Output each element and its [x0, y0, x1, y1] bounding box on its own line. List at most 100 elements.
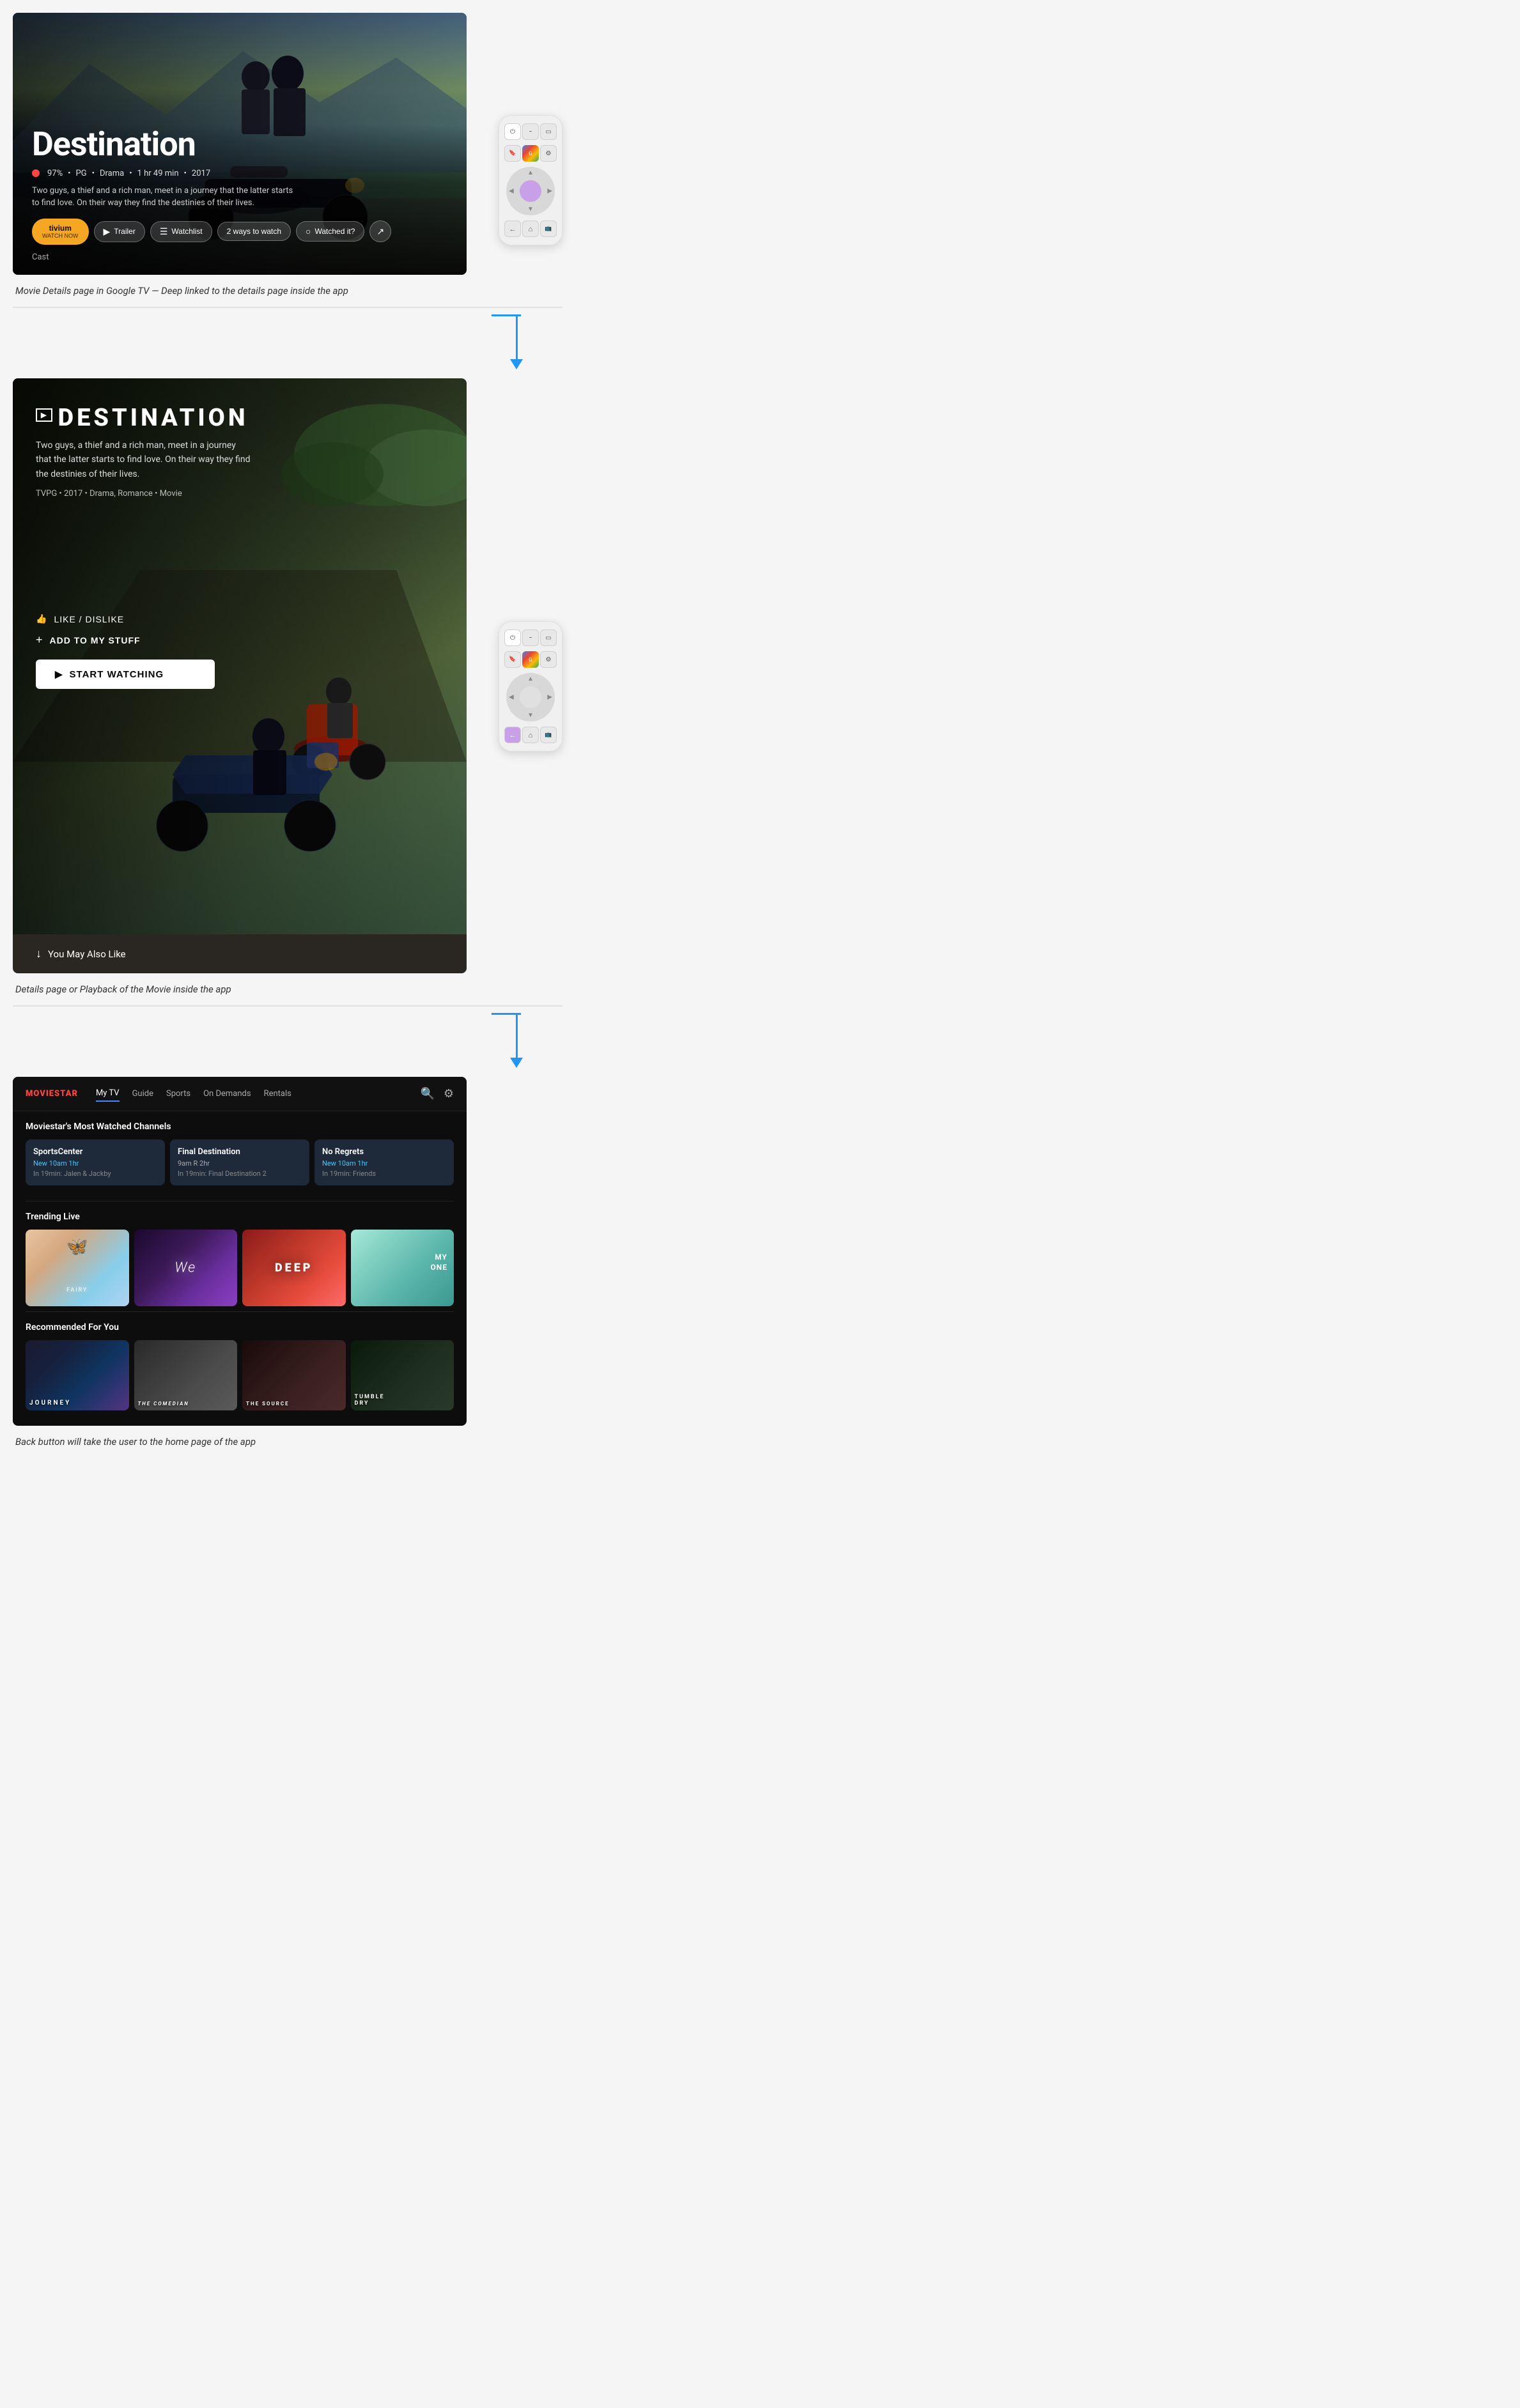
- meta-separator1: •: [68, 169, 70, 178]
- trending-item-1[interactable]: 🦋 FAIRY: [26, 1230, 129, 1306]
- remote-control-2: ⏻ − ▭ 🔖 G ⚙ ▲ ▼ ◀ ▶: [499, 621, 562, 752]
- watched-it-button[interactable]: ○ Watched it?: [296, 221, 364, 242]
- rating-dot: [32, 169, 40, 177]
- trending-item-3[interactable]: DEEP: [242, 1230, 346, 1306]
- rec-item-2[interactable]: THE COMEDIAN: [134, 1340, 238, 1410]
- dpad-down-2[interactable]: ▼: [527, 712, 534, 719]
- moviestar-logo: MOVIESTAR: [26, 1089, 78, 1099]
- app-panel: ▶ DESTINATION Two guys, a thief and a ri…: [13, 378, 467, 973]
- channel-name-2: Final Destination: [178, 1147, 302, 1157]
- section1-block: Destination 97% • PG • Drama • 1 hr 49 m…: [13, 13, 562, 308]
- bookmark-button-remote[interactable]: 🔖: [504, 145, 521, 162]
- start-watching-button[interactable]: ▶ START WATCHING: [36, 660, 215, 689]
- comedian-label: THE COMEDIAN: [138, 1401, 189, 1407]
- bookmark-button-remote-2[interactable]: 🔖: [504, 651, 521, 668]
- settings-button-remote[interactable]: ⚙: [540, 145, 557, 162]
- remote2-nav-row: ← ⌂ 📺: [504, 727, 557, 743]
- channel-name-3: No Regrets: [322, 1147, 446, 1157]
- year-label: 2017: [192, 169, 210, 178]
- like-dislike-button[interactable]: 👍 LIKE / DISLIKE: [36, 614, 124, 624]
- section3-block: MOVIESTAR My TV Guide Sports On Demands …: [13, 1077, 562, 1458]
- section-divider-1: [13, 307, 562, 308]
- settings-icon-tv[interactable]: ⚙: [444, 1087, 454, 1100]
- page: Destination 97% • PG • Drama • 1 hr 49 m…: [0, 0, 575, 1477]
- section1-caption: Movie Details page in Google TV — Deep l…: [13, 275, 562, 307]
- dpad-left-2[interactable]: ◀: [509, 694, 514, 701]
- add-label: ADD TO MY STUFF: [50, 635, 141, 645]
- settings-button-remote-2[interactable]: ⚙: [540, 651, 557, 668]
- dpad-right-2[interactable]: ▶: [547, 694, 552, 701]
- watched-it-label: Watched it?: [314, 227, 355, 236]
- google-assistant-button[interactable]: G: [522, 145, 539, 162]
- arrow-connector-2: [492, 1013, 521, 1015]
- nav-guide[interactable]: Guide: [132, 1086, 153, 1101]
- screen-button[interactable]: ▭: [540, 123, 557, 140]
- movie-meta: 97% • PG • Drama • 1 hr 49 min • 2017: [32, 169, 447, 178]
- rec-item-3[interactable]: THE SOURCE: [242, 1340, 346, 1410]
- dpad-center-button-2[interactable]: [520, 686, 541, 708]
- dpad-up[interactable]: ▲: [527, 169, 534, 176]
- channel-card-3[interactable]: No Regrets New 10am 1hr In 19min: Friend…: [314, 1139, 454, 1185]
- trailer-button[interactable]: ▶ Trailer: [94, 221, 145, 242]
- rec-item-4[interactable]: TUMBLEDRY: [351, 1340, 454, 1410]
- we-label: We: [174, 1260, 196, 1276]
- dpad-center-button[interactable]: [520, 180, 541, 202]
- channel-card-2[interactable]: Final Destination 9am R 2hr In 19min: Fi…: [170, 1139, 309, 1185]
- trending-item-2[interactable]: We: [134, 1230, 238, 1306]
- minus-button-2[interactable]: −: [522, 629, 539, 646]
- power-button[interactable]: ⏻: [504, 123, 521, 140]
- like-dislike-label: LIKE / DISLIKE: [54, 614, 124, 624]
- arrow-head-2: [510, 1058, 523, 1068]
- back-button-remote-2[interactable]: ←: [504, 727, 521, 743]
- add-to-stuff-button[interactable]: + ADD TO MY STUFF: [36, 633, 141, 647]
- nav-my-tv[interactable]: My TV: [96, 1086, 120, 1102]
- dpad[interactable]: ▲ ▼ ◀ ▶: [506, 167, 555, 215]
- power-button-2[interactable]: ⏻: [504, 629, 521, 646]
- remote-nav-row: ← ⌂ 📺: [504, 220, 557, 237]
- plus-icon: +: [36, 633, 43, 647]
- arrow-connector-1: [492, 314, 521, 316]
- minus-button[interactable]: −: [522, 123, 539, 140]
- channel-status-3: New 10am 1hr: [322, 1159, 446, 1168]
- channel-info-2: In 19min: Final Destination 2: [178, 1169, 302, 1178]
- you-may-also-like-bar[interactable]: ↓ You May Also Like: [13, 934, 467, 973]
- google-assistant-button-2[interactable]: G: [522, 651, 539, 668]
- cast-section: Cast: [32, 252, 447, 262]
- trending-section: Trending Live 🦋 FAIRY We DEEP: [13, 1201, 467, 1311]
- journey-label: JOURNEY: [29, 1400, 71, 1407]
- channels-grid: SportsCenter New 10am 1hr In 19min: Jale…: [26, 1139, 454, 1185]
- rec-item-1[interactable]: JOURNEY: [26, 1340, 129, 1410]
- channel-info-1: In 19min: Jalen & Jackby: [33, 1169, 157, 1178]
- tivium-watch-button[interactable]: tivium WATCH NOW: [32, 219, 89, 245]
- channel-card-1[interactable]: SportsCenter New 10am 1hr In 19min: Jale…: [26, 1139, 165, 1185]
- nav-rentals[interactable]: Rentals: [264, 1086, 291, 1101]
- nav-sports[interactable]: Sports: [166, 1086, 190, 1101]
- ways-to-watch-button[interactable]: 2 ways to watch: [217, 222, 291, 241]
- cast-label: Cast: [32, 252, 49, 262]
- dpad-down[interactable]: ▼: [527, 206, 534, 213]
- home-button-remote[interactable]: ⌂: [522, 220, 539, 237]
- most-watched-title: Moviestar's Most Watched Channels: [26, 1122, 454, 1132]
- tivium-label: tivium: [49, 224, 72, 233]
- dpad-up-2[interactable]: ▲: [527, 675, 534, 683]
- tumble-label: TUMBLEDRY: [355, 1394, 385, 1407]
- back-button-remote[interactable]: ←: [504, 220, 521, 237]
- nav-on-demands[interactable]: On Demands: [203, 1086, 251, 1101]
- remote-top-row: ⏻ − ▭: [504, 123, 557, 140]
- tv-button-remote-2[interactable]: 📺: [540, 727, 557, 743]
- dpad-left[interactable]: ◀: [509, 188, 514, 195]
- search-icon[interactable]: 🔍: [420, 1087, 434, 1100]
- home-button-remote-2[interactable]: ⌂: [522, 727, 539, 743]
- remote2-second-row: 🔖 G ⚙: [504, 651, 557, 668]
- dpad-2[interactable]: ▲ ▼ ◀ ▶: [506, 673, 555, 722]
- section2-caption: Details page or Playback of the Movie in…: [13, 973, 562, 1005]
- watchlist-button[interactable]: ☰ Watchlist: [150, 221, 212, 242]
- arrow-head-1: [510, 359, 523, 369]
- movie-title: Destination: [32, 125, 447, 164]
- trending-item-4[interactable]: MYONE: [351, 1230, 454, 1306]
- screen-button-2[interactable]: ▭: [540, 629, 557, 646]
- app-title-area: ▶ DESTINATION: [36, 404, 444, 432]
- dpad-right[interactable]: ▶: [547, 188, 552, 195]
- tv-button-remote[interactable]: 📺: [540, 220, 557, 237]
- share-button[interactable]: ↗: [369, 220, 391, 242]
